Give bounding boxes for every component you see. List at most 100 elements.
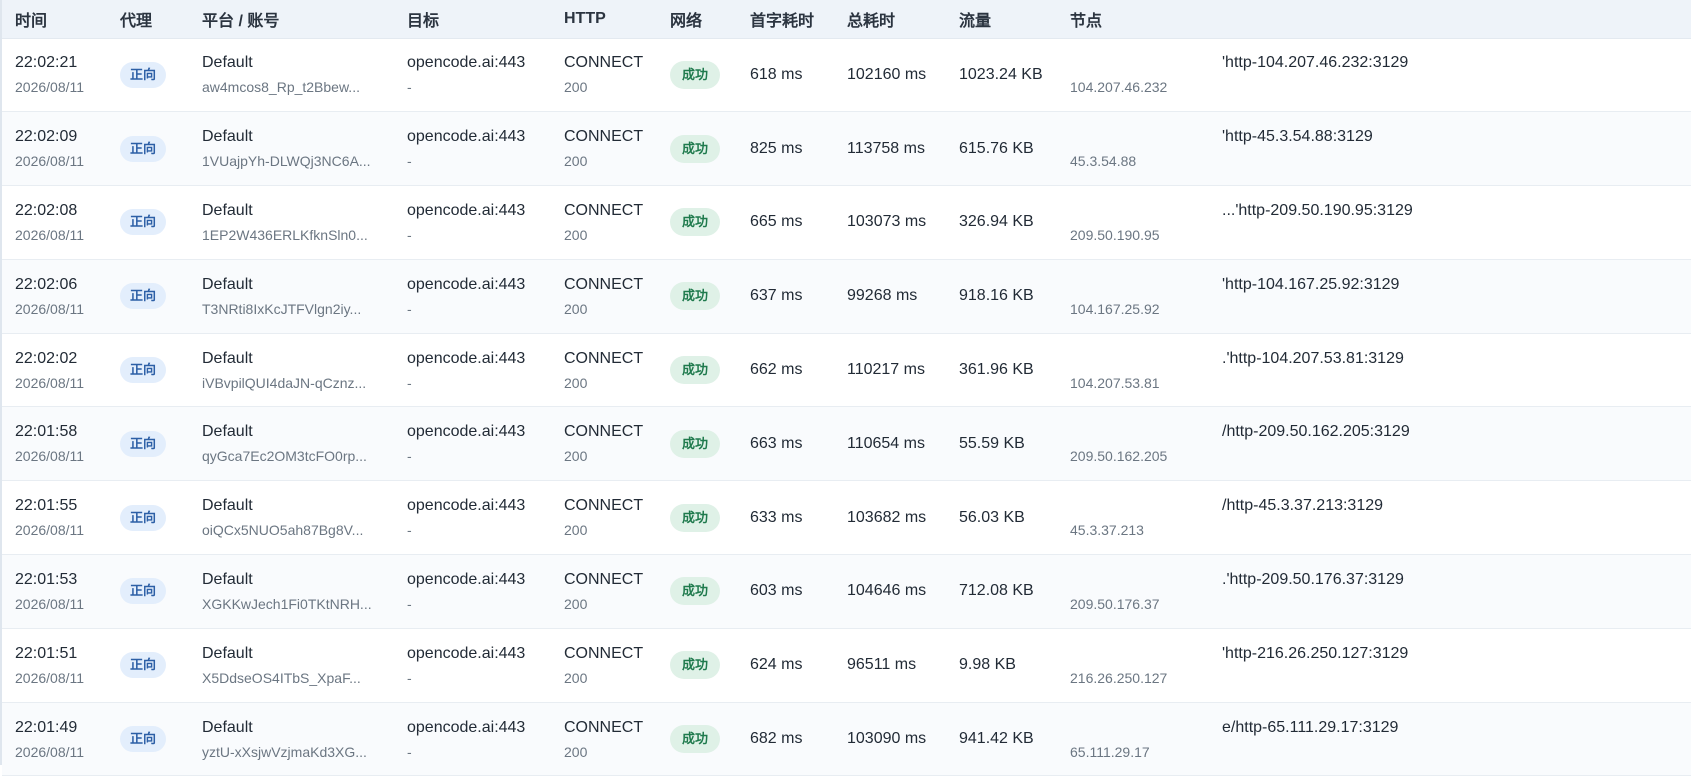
http-method: CONNECT [564, 201, 644, 219]
node-address[interactable]: xxxxxxxxxxxxxxxxxxx'http-104.167.25.92:3… [1070, 274, 1691, 296]
redacted-node-prefix: xxxxxxxxxxxxxxxxxxx [1070, 200, 1222, 222]
node-address[interactable]: xxxxxxxxxxxxxxxxxxx'http-216.26.250.127:… [1070, 643, 1691, 665]
node-address[interactable]: xxxxxxxxxxxxxxxxxxx/http-209.50.162.205:… [1070, 421, 1691, 443]
header-platform-account[interactable]: 平台 / 账号 [202, 0, 407, 39]
total-cell: 110217 ms [847, 333, 959, 407]
network-cell: 成功 [670, 333, 750, 407]
node-address[interactable]: xxxxxxxxxxxxxxxxxxx.'http-209.50.176.37:… [1070, 569, 1691, 591]
traffic-value: 9.98 KB [959, 656, 1016, 674]
http-status: 200 [564, 79, 588, 96]
traffic-value: 55.59 KB [959, 434, 1025, 452]
node-address[interactable]: xxxxxxxxxxxxxxxxxxx'http-104.207.46.232:… [1070, 52, 1691, 74]
header-proxy[interactable]: 代理 [120, 0, 202, 39]
http-cell: CONNECT 200 [564, 259, 670, 333]
account-id[interactable]: X5DdseOS4ITbS_XpaF... [202, 668, 377, 688]
node-ip: 209.50.162.205 [1070, 448, 1168, 465]
node-address[interactable]: xxxxxxxxxxxxxxxxxxx.'http-104.207.53.81:… [1070, 348, 1691, 370]
first-byte-value: 665 ms [750, 213, 803, 231]
header-first-byte[interactable]: 首字耗时 [750, 0, 847, 39]
header-time[interactable]: 时间 [2, 0, 120, 39]
target-host: opencode.ai:443 [407, 54, 526, 72]
account-id[interactable]: 1VUajpYh-DLWQj3NC6A... [202, 151, 377, 171]
account-id[interactable]: qyGca7Ec2OM3tcFO0rp... [202, 446, 377, 466]
proxy-badge: 正向 [120, 61, 167, 88]
platform-cell: Default qyGca7Ec2OM3tcFO0rp... [202, 407, 407, 481]
table-row[interactable]: 22:02:02 2026/08/11 正向 Default iVBvpilQUI4da… [2, 333, 1691, 407]
node-ip: 209.50.190.95 [1070, 226, 1160, 243]
http-method: CONNECT [564, 497, 644, 515]
total-cell: 113758 ms [847, 112, 959, 186]
network-status-badge: 成功 [670, 134, 721, 163]
proxy-cell: 正向 [120, 628, 202, 702]
target-host: opencode.ai:443 [407, 497, 526, 515]
node-url: 'http-216.26.250.127:3129 [1222, 644, 1409, 662]
network-status-badge: 成功 [670, 577, 721, 606]
account-id[interactable]: oiQCx5NUO5ah87Bg8V... [202, 520, 377, 540]
http-status: 200 [564, 300, 588, 317]
table-row[interactable]: 22:02:21 2026/08/11 正向 Default aw4mcos8_Rp_t… [2, 38, 1691, 112]
date-value: 2026/08/11 [15, 374, 85, 391]
header-target[interactable]: 目标 [407, 0, 564, 39]
target-cell: opencode.ai:443 - [407, 112, 564, 186]
account-id[interactable]: T3NRti8IxKcJTFVlgn2iy... [202, 299, 377, 319]
table-row[interactable]: 22:01:55 2026/08/11 正向 Default oiQCx5NUO5ah8… [2, 480, 1691, 555]
node-cell: xxxxxxxxxxxxxxxxxxx.'http-104.207.53.81:… [1070, 333, 1691, 407]
header-http[interactable]: HTTP [564, 0, 670, 39]
time-cell: 22:02:08 2026/08/11 [2, 186, 120, 260]
traffic-cell: 326.94 KB [959, 186, 1070, 260]
table-row[interactable]: 22:02:06 2026/08/11 正向 Default T3NRti8IxKcJT… [2, 259, 1691, 334]
header-node[interactable]: 节点 [1070, 0, 1691, 39]
redacted-node-prefix: xxxxxxxxxxxxxxxxxxx [1070, 52, 1222, 74]
http-method: CONNECT [564, 718, 644, 736]
table-row[interactable]: 22:01:53 2026/08/11 正向 Default XGKKwJech1Fi0… [2, 554, 1691, 629]
account-id[interactable]: iVBvpilQUI4daJN-qCznz... [202, 373, 377, 393]
network-cell: 成功 [670, 38, 750, 112]
redacted-node-prefix: xxxxxxxxxxxxxxxxxxx [1070, 348, 1222, 370]
traffic-value: 361.96 KB [959, 361, 1034, 379]
table-row[interactable]: 22:02:09 2026/08/11 正向 Default 1VUajpYh-DLWQ… [2, 111, 1691, 186]
first-byte-cell: 624 ms [750, 628, 847, 702]
target-cell: opencode.ai:443 - [407, 628, 564, 702]
table-header-row: 时间 代理 平台 / 账号 目标 HTTP 网络 首字耗时 总耗时 流量 节点 [2, 0, 1691, 39]
http-cell: CONNECT 200 [564, 38, 670, 112]
target-host: opencode.ai:443 [407, 423, 526, 441]
header-traffic[interactable]: 流量 [959, 0, 1070, 39]
node-address[interactable]: xxxxxxxxxxxxxxxxxxxe/http-65.111.29.17:3… [1070, 717, 1691, 739]
first-byte-cell: 665 ms [750, 186, 847, 260]
account-id[interactable]: yztU-xXsjwVzjmaKd3XG... [202, 742, 377, 762]
http-cell: CONNECT 200 [564, 481, 670, 555]
table-row[interactable]: 22:01:58 2026/08/11 正向 Default qyGca7Ec2OM3t… [2, 406, 1691, 481]
target-cell: opencode.ai:443 - [407, 481, 564, 555]
platform-name: Default [202, 644, 253, 662]
traffic-value: 615.76 KB [959, 139, 1034, 157]
first-byte-value: 603 ms [750, 582, 803, 600]
traffic-cell: 615.76 KB [959, 112, 1070, 186]
node-address[interactable]: xxxxxxxxxxxxxxxxxxx...'http-209.50.190.9… [1070, 200, 1691, 222]
first-byte-cell: 663 ms [750, 407, 847, 481]
network-status-badge: 成功 [670, 725, 721, 754]
redacted-node-prefix: xxxxxxxxxxxxxxxxxxx [1070, 569, 1222, 591]
http-method: CONNECT [564, 349, 644, 367]
account-id[interactable]: XGKKwJech1Fi0TKtNRH... [202, 594, 377, 614]
table-row[interactable]: 22:01:51 2026/08/11 正向 Default X5DdseOS4ITbS… [2, 628, 1691, 703]
network-cell: 成功 [670, 555, 750, 629]
header-network[interactable]: 网络 [670, 0, 750, 39]
node-ip: 209.50.176.37 [1070, 595, 1160, 612]
node-address[interactable]: xxxxxxxxxxxxxxxxxxx'http-45.3.54.88:3129 [1070, 126, 1691, 148]
table-row[interactable]: 22:02:08 2026/08/11 正向 Default 1EP2W436ERLKf… [2, 185, 1691, 260]
account-id[interactable]: aw4mcos8_Rp_t2Bbew... [202, 77, 377, 97]
target-sub: - [407, 300, 412, 317]
platform-name: Default [202, 349, 253, 367]
node-address[interactable]: xxxxxxxxxxxxxxxxxxx/http-45.3.37.213:312… [1070, 495, 1691, 517]
traffic-cell: 56.03 KB [959, 481, 1070, 555]
http-status: 200 [564, 595, 588, 612]
total-time-value: 104646 ms [847, 582, 927, 600]
redacted-node-prefix: xxxxxxxxxxxxxxxxxxx [1070, 643, 1222, 665]
date-value: 2026/08/11 [15, 226, 85, 243]
account-id[interactable]: 1EP2W436ERLKfknSln0... [202, 225, 377, 245]
target-host: opencode.ai:443 [407, 201, 526, 219]
node-ip: 104.207.53.81 [1070, 374, 1160, 391]
proxy-cell: 正向 [120, 333, 202, 407]
http-method: CONNECT [564, 570, 644, 588]
header-total[interactable]: 总耗时 [847, 0, 959, 39]
